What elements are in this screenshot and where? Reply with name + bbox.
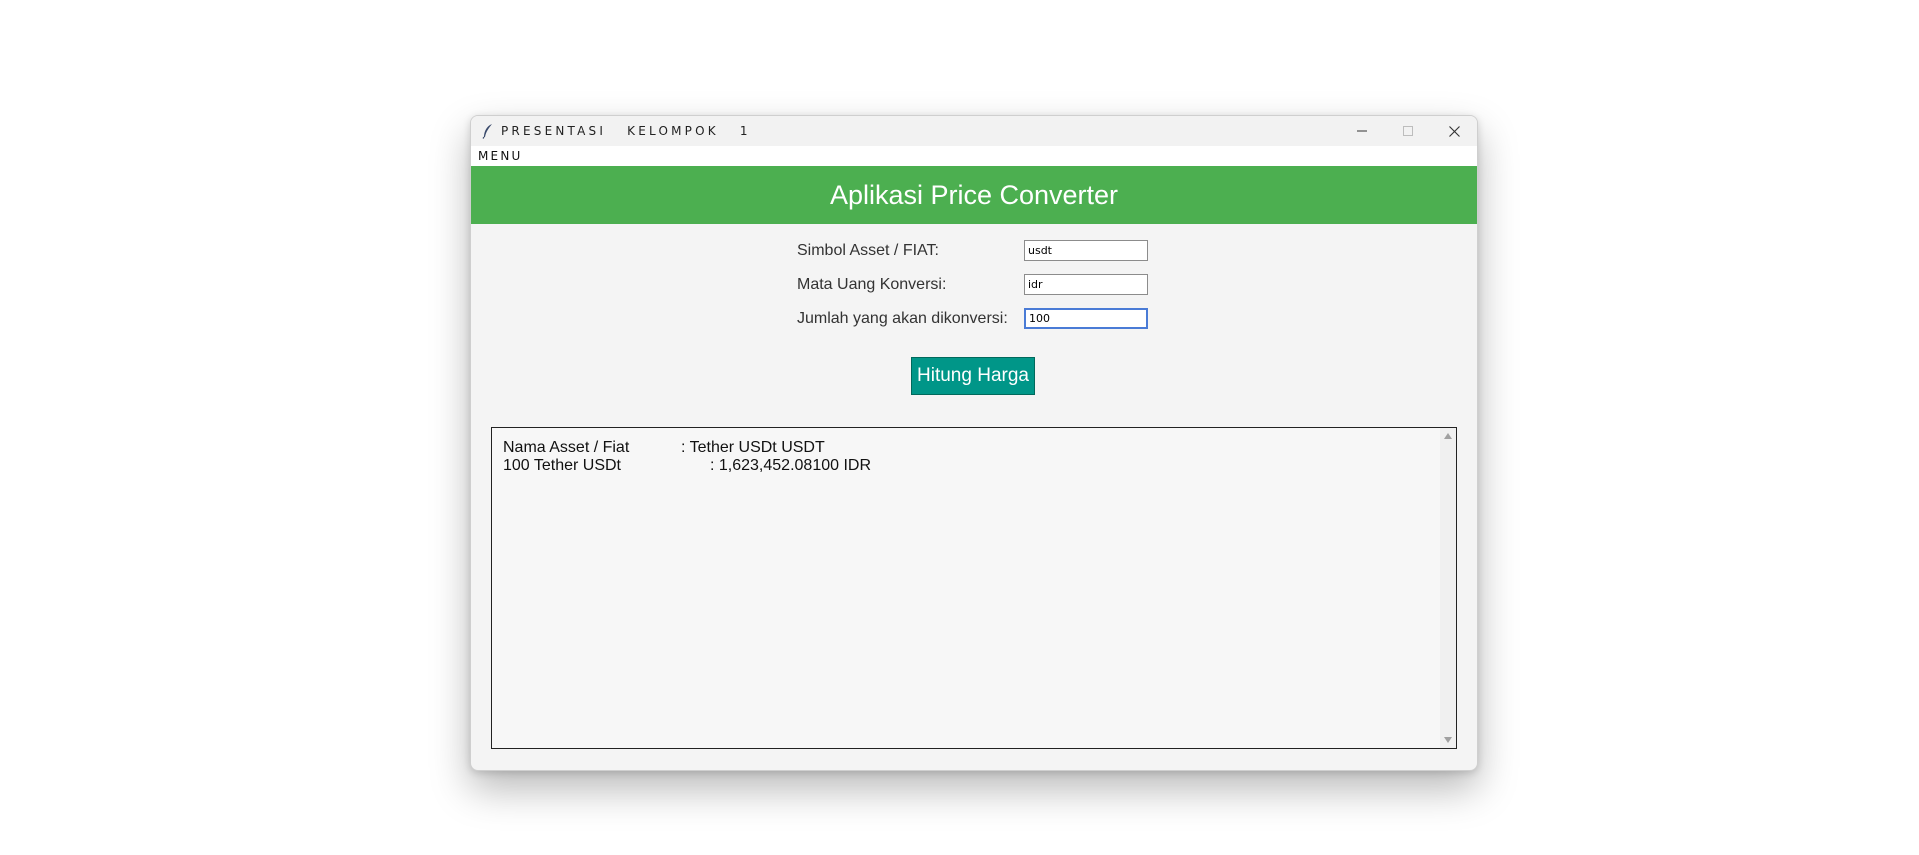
minimize-button[interactable] xyxy=(1339,116,1385,146)
app-window: PRESENTASI KELOMPOK 1 MENU Aplikasi Pric… xyxy=(470,115,1478,771)
scroll-up-icon[interactable] xyxy=(1444,433,1452,439)
menu-item-menu[interactable]: MENU xyxy=(478,149,523,163)
window-title: PRESENTASI KELOMPOK 1 xyxy=(501,124,751,138)
title-bar[interactable]: PRESENTASI KELOMPOK 1 xyxy=(471,116,1477,146)
vertical-scrollbar[interactable] xyxy=(1440,428,1456,748)
window-controls xyxy=(1339,116,1477,146)
result-line-amount: 100 Tether USDt : 1,623,452.08100 IDR xyxy=(503,457,871,475)
minimize-icon xyxy=(1357,130,1367,132)
result-line-name: Nama Asset / Fiat : Tether USDt USDT xyxy=(503,439,871,457)
calculate-button[interactable]: Hitung Harga xyxy=(911,357,1035,395)
symbol-input[interactable] xyxy=(1024,240,1148,261)
maximize-icon xyxy=(1403,126,1413,136)
amount-input[interactable] xyxy=(1024,308,1148,329)
result-textarea[interactable]: Nama Asset / Fiat : Tether USDt USDT 100… xyxy=(491,427,1457,749)
currency-input[interactable] xyxy=(1024,274,1148,295)
page-title: Aplikasi Price Converter xyxy=(829,179,1119,210)
currency-label: Mata Uang Konversi: xyxy=(797,276,947,293)
result-name-value: : Tether USDt USDT xyxy=(681,439,825,456)
app-header: Aplikasi Price Converter xyxy=(471,166,1477,224)
feather-icon xyxy=(482,124,492,139)
scroll-down-icon[interactable] xyxy=(1444,737,1452,743)
close-icon xyxy=(1448,125,1460,137)
maximize-button[interactable] xyxy=(1385,116,1431,146)
result-name-key: Nama Asset / Fiat xyxy=(503,439,630,456)
amount-label: Jumlah yang akan dikonversi: xyxy=(797,310,1008,327)
symbol-label: Simbol Asset / FIAT: xyxy=(797,242,939,259)
close-button[interactable] xyxy=(1431,116,1477,146)
menu-bar: MENU xyxy=(471,146,1477,166)
result-content: Nama Asset / Fiat : Tether USDt USDT 100… xyxy=(503,439,871,475)
result-amount-value: : 1,623,452.08100 IDR xyxy=(710,457,872,474)
result-amount-key: 100 Tether USDt xyxy=(503,457,621,474)
